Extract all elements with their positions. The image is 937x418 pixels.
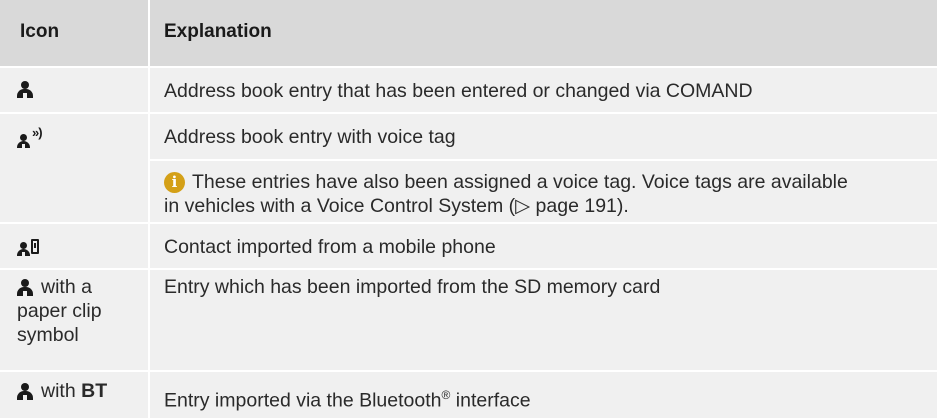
table-row: with a paper clip symbol Entry which has… (0, 270, 937, 372)
bt-label: BT (81, 380, 108, 402)
note-divider (150, 159, 937, 161)
person-icon (17, 279, 33, 296)
icon-description: with BT (41, 380, 108, 402)
table-row: Address book entry that has been entered… (0, 68, 937, 114)
table-header-row: Icon Explanation (0, 0, 937, 68)
table-row: with BT Entry imported via the Bluetooth… (0, 372, 937, 418)
icon-description-line3: symbol (17, 324, 79, 346)
table-row: Contact imported from a mobile phone (0, 224, 937, 270)
column-header-icon: Icon (20, 21, 60, 42)
row-explanation: Entry which has been imported from the S… (164, 276, 661, 298)
column-header-explanation: Explanation (164, 21, 272, 42)
table-row: ») Address book entry with voice tag i T… (0, 114, 937, 224)
note-text-line2: in vehicles with a Voice Control System … (164, 195, 629, 217)
row-explanation: Entry imported via the Bluetooth® interf… (164, 388, 531, 412)
row-explanation: Address book entry that has been entered… (164, 80, 753, 102)
address-book-person-icon (17, 81, 33, 98)
person-icon (17, 383, 33, 400)
info-icon: i (164, 172, 185, 193)
row-explanation: Contact imported from a mobile phone (164, 236, 496, 258)
row-explanation: Address book entry with voice tag (164, 126, 456, 148)
